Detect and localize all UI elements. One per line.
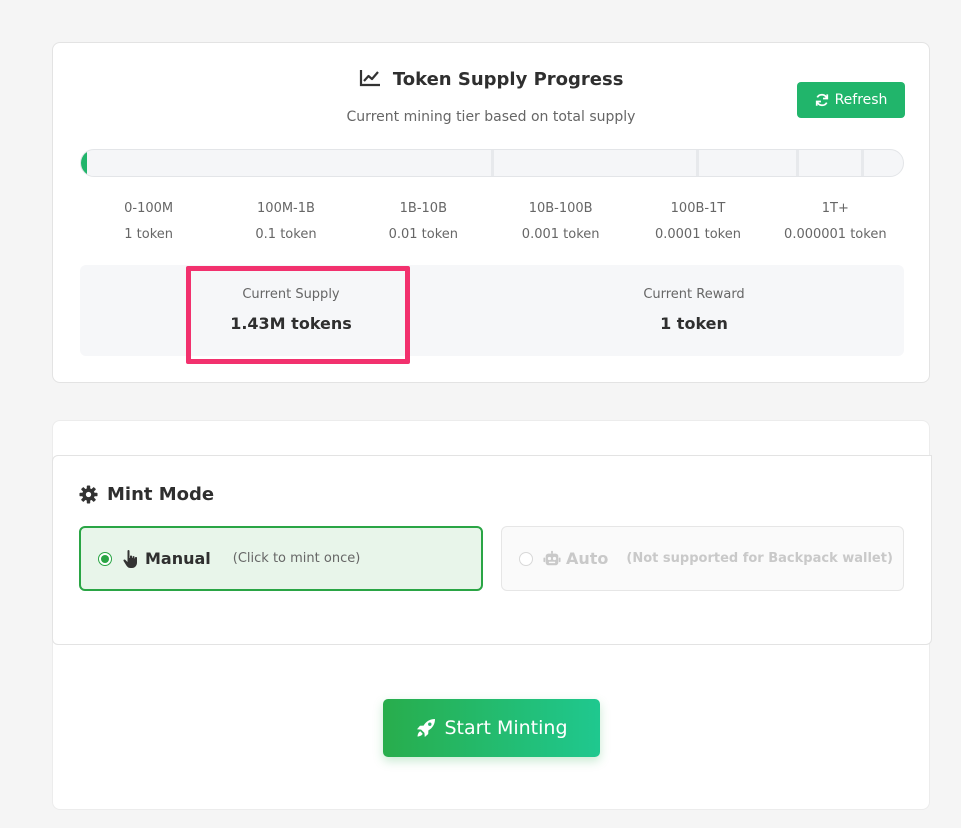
tier-reward: 0.0001 token <box>654 227 741 242</box>
supply-title: Token Supply Progress <box>392 69 624 90</box>
gear-icon <box>79 485 98 504</box>
tier-range: 10B-100B <box>528 201 593 216</box>
mint-mode-title: Mint Mode <box>107 484 215 505</box>
tier-reward: 0.001 token <box>521 227 600 242</box>
tier-range: 1T+ <box>821 201 849 216</box>
start-minting-label: Start Minting <box>444 717 568 739</box>
tier-reward: 0.000001 token <box>784 227 887 242</box>
mint-mode-section: Mint Mode Manual (Click to mint once) Au… <box>52 455 932 645</box>
current-reward-label: Current Reward <box>643 287 745 302</box>
chart-line-icon <box>359 70 380 87</box>
auto-label: Auto <box>566 549 609 568</box>
supply-stats-panel: Current Supply 1.43M tokens Current Rewa… <box>80 265 904 356</box>
auto-hint: (Not supported for Backpack wallet) <box>626 551 893 566</box>
start-minting-button[interactable]: Start Minting <box>383 699 600 757</box>
tier-reward: 0.01 token <box>388 227 459 242</box>
manual-radio[interactable] <box>98 551 112 566</box>
mint-mode-title-row: Mint Mode <box>79 484 214 505</box>
current-supply-value: 1.43M tokens <box>230 314 352 333</box>
tier-list: 0-100M 1 token 100M-1B 0.1 token 1B-10B … <box>80 200 904 244</box>
tier-range: 100B-1T <box>670 201 726 216</box>
manual-hint: (Click to mint once) <box>232 551 361 566</box>
tier-reward: 1 token <box>124 227 174 242</box>
progress-tier-divider <box>796 150 799 176</box>
tier-item: 100M-1B 0.1 token <box>217 200 354 244</box>
tier-item: 100B-1T 0.0001 token <box>629 200 766 244</box>
tier-range: 100M-1B <box>257 201 315 216</box>
progress-tier-divider <box>491 150 494 176</box>
tier-item: 1T+ 0.000001 token <box>767 200 904 244</box>
sync-icon <box>815 93 828 107</box>
refresh-label: Refresh <box>834 92 888 108</box>
current-reward-value: 1 token <box>660 314 728 333</box>
auto-radio[interactable] <box>519 551 533 566</box>
tier-range: 0-100M <box>124 201 174 216</box>
robot-icon <box>543 550 561 565</box>
rocket-icon <box>416 719 435 737</box>
supply-progress-fill <box>81 150 87 176</box>
current-reward-stat: Current Reward 1 token <box>492 265 896 356</box>
refresh-button[interactable]: Refresh <box>797 82 905 118</box>
tier-item: 1B-10B 0.01 token <box>355 200 492 244</box>
pointer-hand-icon <box>123 549 137 568</box>
current-supply-label: Current Supply <box>242 287 340 302</box>
manual-label: Manual <box>145 549 211 568</box>
tier-item: 10B-100B 0.001 token <box>492 200 629 244</box>
tier-range: 1B-10B <box>399 201 447 216</box>
token-supply-card: Token Supply Progress Current mining tie… <box>52 42 930 383</box>
mint-mode-manual-option[interactable]: Manual (Click to mint once) <box>79 526 483 591</box>
progress-tier-divider <box>861 150 864 176</box>
tier-reward: 0.1 token <box>255 227 317 242</box>
tier-item: 0-100M 1 token <box>80 200 217 244</box>
mint-mode-auto-option[interactable]: Auto (Not supported for Backpack wallet) <box>501 526 904 591</box>
progress-tier-divider <box>696 150 699 176</box>
supply-progress-bar <box>80 149 904 177</box>
current-supply-stat: Current Supply 1.43M tokens <box>188 265 394 356</box>
